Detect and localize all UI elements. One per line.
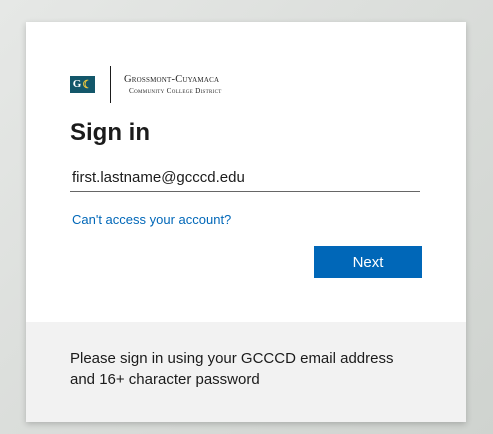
sign-in-instructions: Please sign in using your GCCCD email ad… [70,350,394,388]
next-button[interactable]: Next [314,246,422,278]
cant-access-account-link[interactable]: Can't access your account? [72,212,231,227]
logo-divider [110,65,111,103]
email-field[interactable] [70,163,420,192]
sign-in-card: G ☾ Grossmont-Cuyamaca Community College… [26,22,466,422]
logo-name-line2: Community College District [129,86,222,95]
college-logo: G ☾ Grossmont-Cuyamaca Community College… [70,65,222,103]
page-title: Sign in [70,119,150,146]
sign-in-footer: Please sign in using your GCCCD email ad… [26,322,466,422]
logo-mark-icon: G ☾ [70,75,95,93]
logo-wordmark: Grossmont-Cuyamaca Community College Dis… [124,73,222,96]
logo-mark-letter: G [72,78,82,90]
logo-name-line1: Grossmont-Cuyamaca [124,73,220,85]
crescent-moon-icon: ☾ [82,78,93,91]
